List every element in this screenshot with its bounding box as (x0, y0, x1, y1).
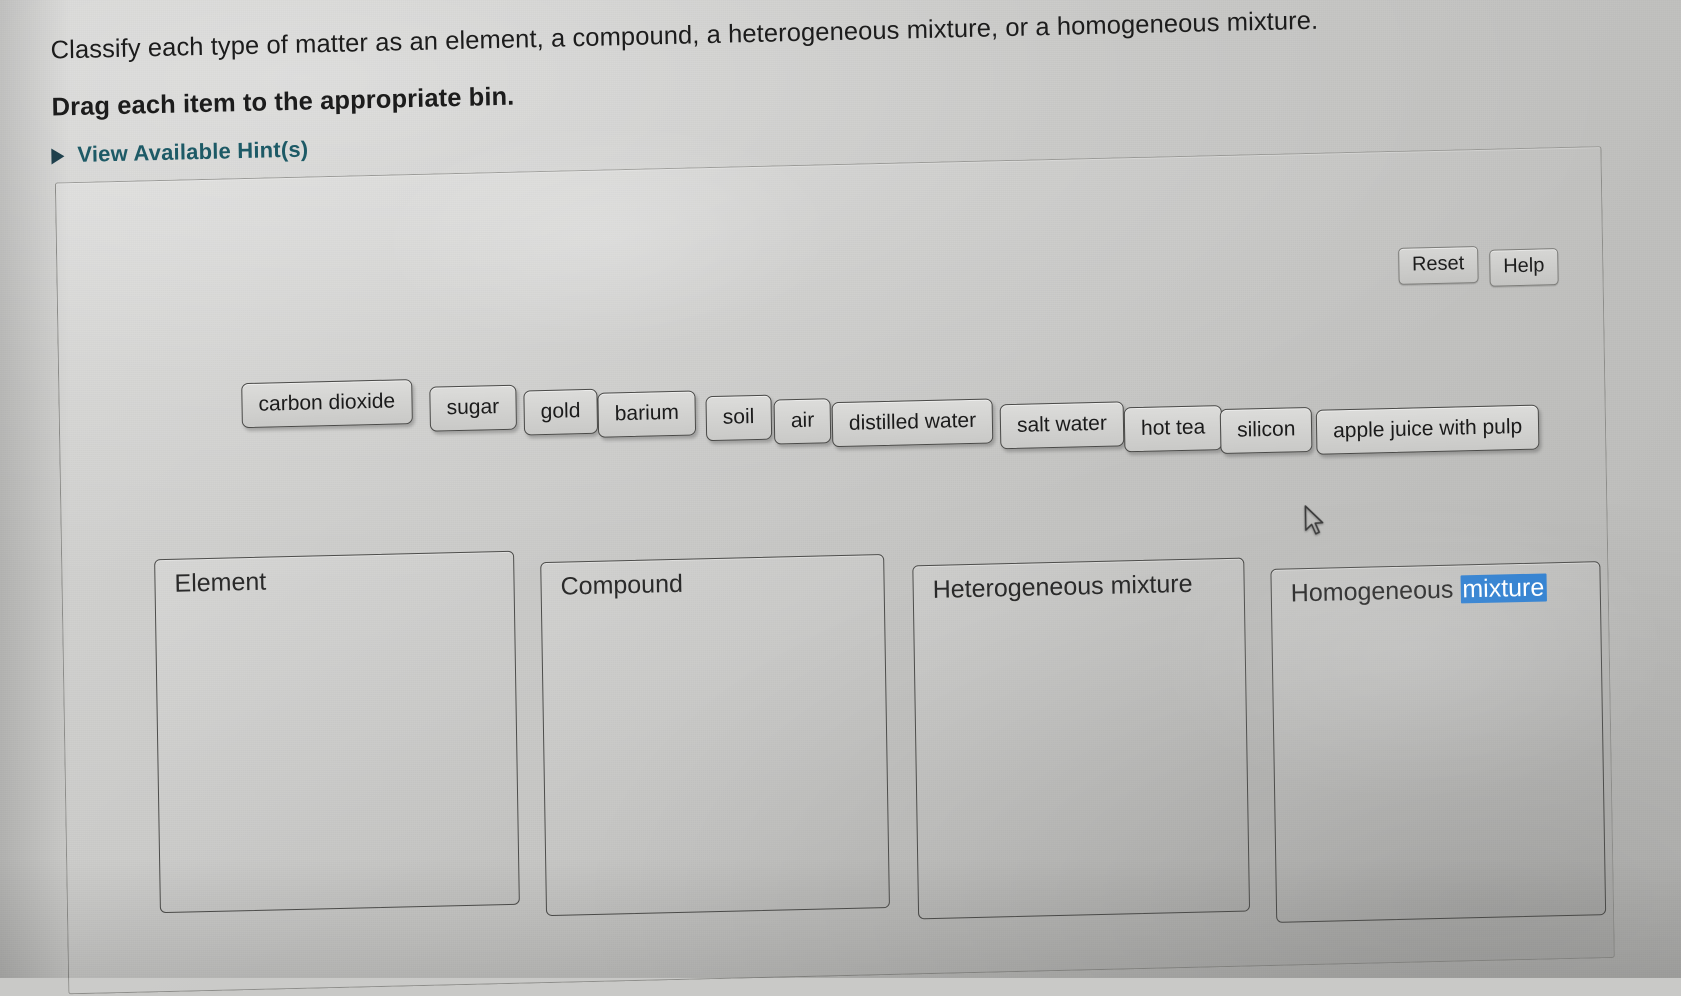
draggable-item[interactable]: distilled water (831, 398, 994, 448)
draggable-item[interactable]: salt water (999, 401, 1125, 450)
assignment-content: Classify each type of matter as an eleme… (0, 0, 1681, 995)
draggable-item[interactable]: barium (597, 390, 697, 438)
view-hints-link[interactable]: View Available Hint(s) (51, 136, 309, 168)
draggable-item[interactable]: soil (705, 394, 772, 442)
selected-text-highlight: mixture (1460, 573, 1547, 604)
drop-bin-label: Heterogeneous mixture (932, 570, 1192, 605)
triangle-right-icon (51, 147, 65, 165)
drop-bin-label: Compound (560, 570, 683, 602)
drop-bin-label-text: Compound (560, 569, 684, 601)
drop-bin[interactable]: Heterogeneous mixture (912, 557, 1251, 920)
drop-bin-label-text: Homogeneous (1290, 575, 1461, 608)
draggable-item[interactable]: apple juice with pulp (1315, 404, 1540, 455)
question-prompt: Classify each type of matter as an eleme… (50, 6, 1319, 65)
drop-bin-label-text: Element (174, 567, 267, 598)
draggable-item[interactable]: hot tea (1123, 405, 1223, 453)
drop-bin-label-text: Heterogeneous mixture (932, 569, 1193, 604)
drop-bin[interactable]: Homogeneous mixture (1270, 561, 1607, 923)
reset-button[interactable]: Reset (1397, 245, 1479, 285)
drop-bin-label: Homogeneous mixture (1291, 573, 1547, 608)
answer-toolbar: Reset Help (1397, 244, 1559, 289)
draggable-item[interactable]: silicon (1219, 406, 1313, 455)
drop-bin-label: Element (174, 568, 266, 599)
drop-bin[interactable]: Compound (540, 554, 890, 917)
answer-panel: Reset Help carbon dioxide sugar gold barium… (54, 146, 1615, 995)
question-instruction: Drag each item to the appropriate bin. (51, 82, 515, 122)
draggable-items-tray: carbon dioxide sugar gold barium soil air dist… (181, 349, 1540, 471)
draggable-item[interactable]: gold (523, 388, 598, 436)
draggable-item[interactable]: air (773, 398, 832, 445)
drop-bin[interactable]: Element (154, 550, 520, 914)
draggable-item[interactable]: sugar (429, 384, 517, 432)
view-hints-label: View Available Hint(s) (77, 136, 309, 167)
draggable-item[interactable]: carbon dioxide (241, 379, 413, 429)
help-button[interactable]: Help (1488, 248, 1559, 287)
drop-bins-container: Element Compound Heterogeneous mixture Homo… (92, 525, 1607, 990)
